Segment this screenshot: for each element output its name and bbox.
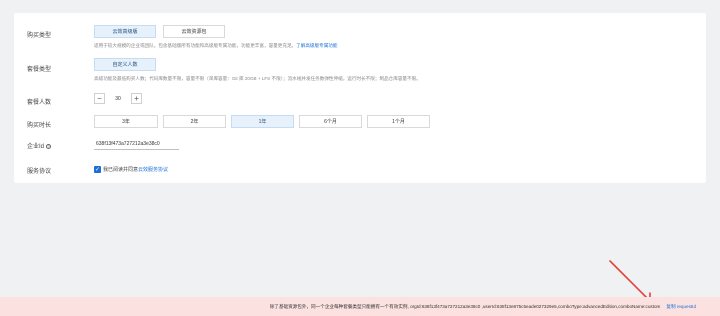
package-type-description: 高级功能及最低购买人数；代码库数量不限，容量不限（单库容量：Git 库 20GB… [94, 76, 421, 81]
error-message: 除了基础资源包外，同一个企业每种套餐类型只能拥有一个有效实例, orgId:63… [269, 303, 661, 309]
agreement-checkbox[interactable]: ✓ [94, 166, 101, 173]
enterprise-id-label: 企业Id? [27, 141, 52, 150]
enterprise-id-label-text: 企业Id [27, 144, 45, 150]
agreement-text-prefix: 我已阅读并同意 [103, 167, 139, 173]
duration-option-1y[interactable]: 1年 [231, 115, 294, 128]
purchase-type-description: 适用于较大规模的企业或团队，包含基础版所有功能和高级版专属功能，功能更丰富，容量… [94, 43, 338, 49]
duration-option-1m[interactable]: 1个月 [367, 115, 430, 128]
duration-option-6m[interactable]: 6个月 [299, 115, 362, 128]
duration-option-3y[interactable]: 3年 [94, 115, 158, 128]
copy-request-id-link[interactable]: 复制 requestId [666, 304, 696, 310]
purchase-type-description-text: 适用于较大规模的企业或团队，包含基础版所有功能和高级版专属功能，功能更丰富，容量… [94, 43, 297, 48]
duration-option-2y[interactable]: 2年 [163, 115, 226, 128]
package-type-option-custom[interactable]: 自定义人数 [94, 58, 156, 71]
error-notification-bar: 除了基础资源包外，同一个企业每种套餐类型只能拥有一个有效实例, orgId:63… [0, 297, 720, 316]
help-icon[interactable]: ? [46, 143, 52, 149]
package-type-label: 套餐类型 [27, 67, 52, 73]
agreement-text: 我已阅读并同意云效服务协议 [103, 166, 168, 173]
purchase-type-option-resource-pack[interactable]: 云效资源包 [163, 25, 225, 38]
enterprise-id-field[interactable]: 638f13f473a727212a3e38c0 [94, 138, 179, 150]
advanced-features-link[interactable]: 了解高级版专属功能 [296, 43, 337, 48]
duration-label: 购买时长 [27, 123, 52, 129]
purchase-type-label: 购买类型 [27, 33, 52, 39]
members-increment-button[interactable]: + [131, 93, 142, 104]
agreement-label: 服务协议 [27, 169, 52, 175]
service-agreement-link[interactable]: 云效服务协议 [138, 167, 168, 173]
members-decrement-button[interactable]: − [94, 93, 105, 104]
members-label: 套餐人数 [27, 100, 52, 106]
members-input[interactable]: 30 [106, 93, 130, 104]
purchase-type-option-advanced[interactable]: 云效高级版 [94, 25, 156, 38]
purchase-form-card: 购买类型 云效高级版 云效资源包 适用于较大规模的企业或团队，包含基础版所有功能… [14, 13, 706, 183]
